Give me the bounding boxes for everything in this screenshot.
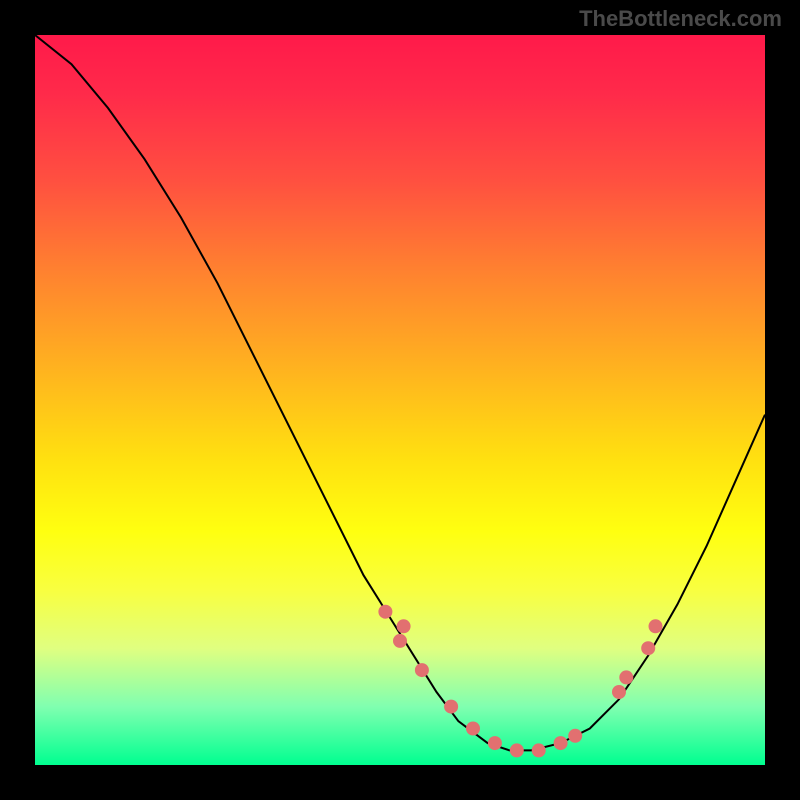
highlight-dot (444, 700, 458, 714)
highlight-dot (488, 736, 502, 750)
highlight-dot (532, 743, 546, 757)
highlight-dot (649, 619, 663, 633)
watermark-text: TheBottleneck.com (579, 6, 782, 32)
highlight-dot (378, 605, 392, 619)
highlight-dot (393, 634, 407, 648)
highlight-dot (466, 722, 480, 736)
highlight-dot (397, 619, 411, 633)
chart-plot-area (35, 35, 765, 765)
chart-svg (35, 35, 765, 765)
highlight-dot (510, 743, 524, 757)
highlight-dot (554, 736, 568, 750)
highlight-dot (415, 663, 429, 677)
highlight-dot (619, 670, 633, 684)
highlight-dot (612, 685, 626, 699)
highlight-dots-group (378, 605, 662, 758)
highlight-dot (568, 729, 582, 743)
highlight-dot (641, 641, 655, 655)
